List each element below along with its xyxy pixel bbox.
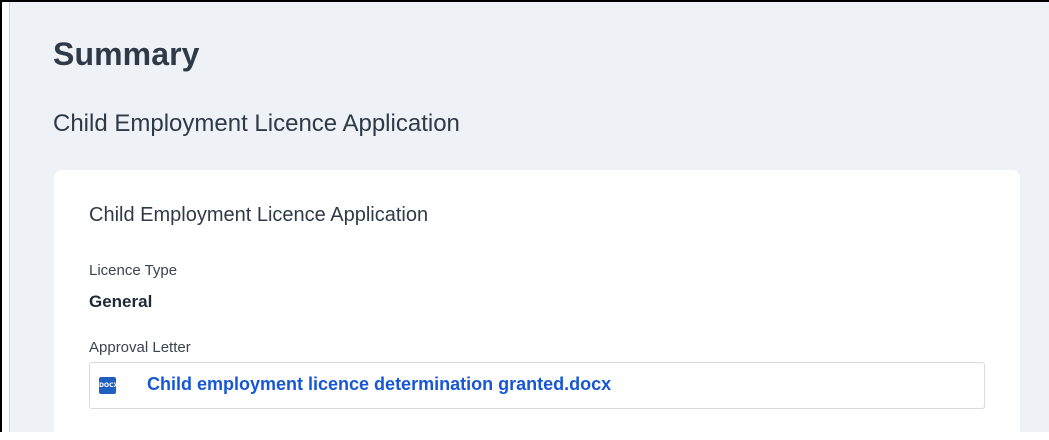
application-summary-card: Child Employment Licence Application Lic… bbox=[54, 170, 1020, 440]
approval-letter-attachment[interactable]: DOCX Child employment licence determinat… bbox=[89, 362, 985, 409]
application-heading: Child Employment Licence Application bbox=[53, 110, 460, 137]
approval-letter-label: Approval Letter bbox=[89, 339, 191, 356]
approval-letter-file-link[interactable]: Child employment licence determination g… bbox=[147, 374, 611, 396]
summary-page: Summary Child Employment Licence Applica… bbox=[9, 2, 1049, 440]
card-title: Child Employment Licence Application bbox=[89, 204, 429, 226]
licence-type-label: Licence Type bbox=[89, 262, 178, 279]
licence-type-value: General bbox=[89, 292, 153, 311]
docx-file-icon: DOCX bbox=[99, 377, 118, 394]
page-title: Summary bbox=[53, 36, 200, 72]
